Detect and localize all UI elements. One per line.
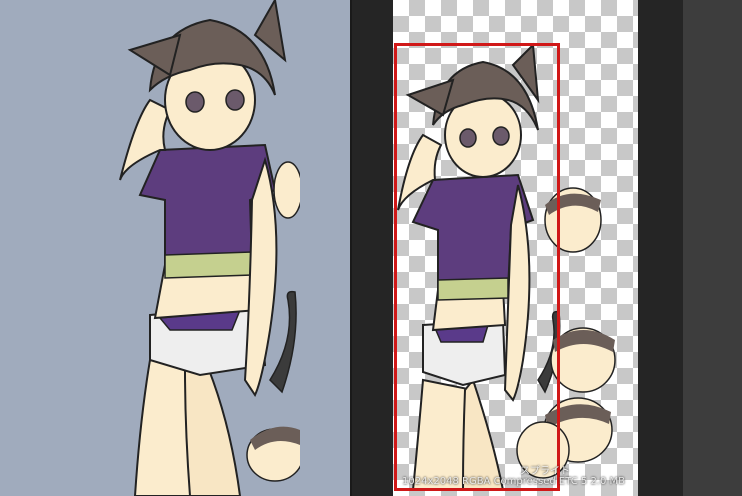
sprite-selection-rect[interactable] (394, 43, 560, 491)
scene-gap (300, 0, 350, 496)
sprite-label: スプライト (520, 466, 570, 477)
character-illustration (119, 0, 300, 496)
scene-view[interactable] (0, 0, 300, 496)
panel-divider[interactable] (350, 0, 352, 496)
texture-info-text: 1024x2048 RGBA Compressed ETC 5 2.0 MB (402, 476, 626, 487)
preview-side-panel (683, 0, 742, 496)
